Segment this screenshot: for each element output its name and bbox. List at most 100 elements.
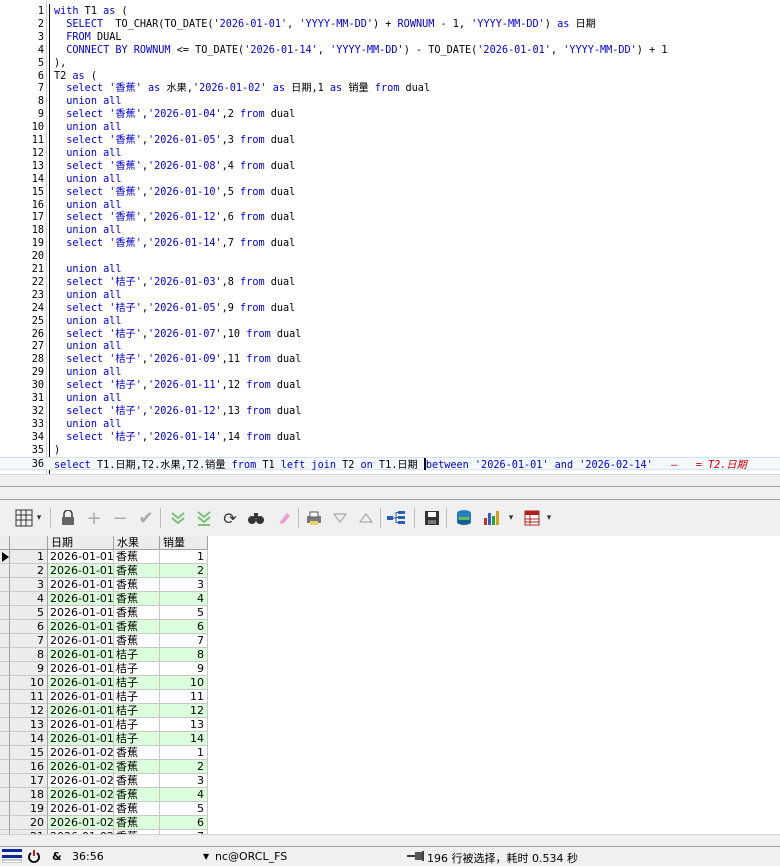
table-row[interactable]: 1 2026-01-01 香蕉 1: [0, 550, 208, 564]
code-line[interactable]: 6 T2 as (: [0, 70, 780, 83]
table-dropdown-icon[interactable]: ▾: [543, 508, 555, 528]
code-line[interactable]: 32 select '桔子','2026-01-12',13 from dual: [0, 405, 780, 418]
code-line[interactable]: 19 select '香蕉','2026-01-14',7 from dual: [0, 237, 780, 250]
last-record-icon[interactable]: [194, 508, 214, 528]
table-row[interactable]: 5 2026-01-01 香蕉 5: [0, 606, 208, 620]
code-line[interactable]: 3 FROM DUAL: [0, 31, 780, 44]
code-line[interactable]: 5),: [0, 57, 780, 70]
code-line[interactable]: 24 select '桔子','2026-01-05',9 from dual: [0, 302, 780, 315]
row-indicator[interactable]: [0, 634, 10, 648]
cell-fruit[interactable]: 桔子: [114, 648, 160, 662]
code-line[interactable]: 2 SELECT TO_CHAR(TO_DATE('2026-01-01', '…: [0, 18, 780, 31]
code-line[interactable]: 29 union all: [0, 366, 780, 379]
code-line[interactable]: 15 select '香蕉','2026-01-10',5 from dual: [0, 186, 780, 199]
cell-fruit[interactable]: 桔子: [114, 704, 160, 718]
clear-icon[interactable]: [274, 508, 294, 528]
row-indicator[interactable]: [0, 662, 10, 676]
code-line[interactable]: 13 select '香蕉','2026-01-08',4 from dual: [0, 160, 780, 173]
export-icon[interactable]: [454, 508, 474, 528]
cell-fruit[interactable]: 香蕉: [114, 760, 160, 774]
table-row[interactable]: 13 2026-01-01 桔子 13: [0, 718, 208, 732]
row-indicator[interactable]: [0, 788, 10, 802]
row-indicator[interactable]: [0, 690, 10, 704]
column-header-date[interactable]: 日期: [48, 536, 114, 550]
print-icon[interactable]: [304, 508, 324, 528]
cell-date[interactable]: 2026-01-02: [48, 802, 114, 816]
code-line[interactable]: 1 with T1 as (: [0, 5, 780, 18]
cell-date[interactable]: 2026-01-01: [48, 578, 114, 592]
code-line[interactable]: 12 union all: [0, 147, 780, 160]
find-icon[interactable]: [246, 508, 266, 528]
cell-fruit[interactable]: 桔子: [114, 732, 160, 746]
table-row[interactable]: 12 2026-01-01 桔子 12: [0, 704, 208, 718]
table-row[interactable]: 18 2026-01-02 香蕉 4: [0, 788, 208, 802]
sort-desc-icon[interactable]: [330, 508, 350, 528]
code-line[interactable]: 14 union all: [0, 173, 780, 186]
code-line[interactable]: 4 CONNECT BY ROWNUM <= TO_DATE('2026-01-…: [0, 44, 780, 57]
cell-date[interactable]: 2026-01-01: [48, 564, 114, 578]
row-indicator[interactable]: [0, 676, 10, 690]
cell-sales[interactable]: 3: [160, 774, 208, 788]
refresh-icon[interactable]: ⟳: [220, 508, 240, 528]
cell-fruit[interactable]: 香蕉: [114, 746, 160, 760]
table-row[interactable]: 11 2026-01-01 桔子 11: [0, 690, 208, 704]
code-line[interactable]: 9 select '香蕉','2026-01-04',2 from dual: [0, 108, 780, 121]
row-indicator[interactable]: [0, 648, 10, 662]
table-row[interactable]: 16 2026-01-02 香蕉 2: [0, 760, 208, 774]
sort-asc-icon[interactable]: [356, 508, 376, 528]
row-indicator[interactable]: [0, 760, 10, 774]
row-indicator[interactable]: [0, 774, 10, 788]
grid-view-dropdown-icon[interactable]: ▾: [33, 508, 45, 528]
table-row[interactable]: 2 2026-01-01 香蕉 2: [0, 564, 208, 578]
cell-sales[interactable]: 4: [160, 592, 208, 606]
table-row[interactable]: 19 2026-01-02 香蕉 5: [0, 802, 208, 816]
cell-fruit[interactable]: 香蕉: [114, 620, 160, 634]
row-indicator[interactable]: [0, 746, 10, 760]
cell-date[interactable]: 2026-01-01: [48, 690, 114, 704]
cell-sales[interactable]: 6: [160, 816, 208, 830]
cell-date[interactable]: 2026-01-01: [48, 704, 114, 718]
cell-date[interactable]: 2026-01-01: [48, 732, 114, 746]
cell-fruit[interactable]: 香蕉: [114, 816, 160, 830]
cell-date[interactable]: 2026-01-01: [48, 606, 114, 620]
cell-sales[interactable]: 3: [160, 578, 208, 592]
connection-name[interactable]: nc@ORCL_FS: [215, 850, 287, 863]
row-indicator[interactable]: [0, 718, 10, 732]
cell-sales[interactable]: 4: [160, 788, 208, 802]
cell-date[interactable]: 2026-01-01: [48, 662, 114, 676]
table-row[interactable]: 17 2026-01-02 香蕉 3: [0, 774, 208, 788]
cell-sales[interactable]: 12: [160, 704, 208, 718]
cell-fruit[interactable]: 桔子: [114, 718, 160, 732]
column-header-fruit[interactable]: 水果: [114, 536, 160, 550]
grid-view-icon[interactable]: [14, 508, 34, 528]
pane-splitter[interactable]: [0, 486, 780, 500]
column-header-sales[interactable]: 销量: [160, 536, 208, 550]
cell-sales[interactable]: 10: [160, 676, 208, 690]
table-row[interactable]: 15 2026-01-02 香蕉 1: [0, 746, 208, 760]
code-line[interactable]: 22 select '桔子','2026-01-03',8 from dual: [0, 276, 780, 289]
cell-sales[interactable]: 7: [160, 634, 208, 648]
code-line[interactable]: 23 union all: [0, 289, 780, 302]
connection-dropdown-icon[interactable]: ▼: [203, 852, 209, 861]
chart-icon[interactable]: [482, 508, 502, 528]
cell-date[interactable]: 2026-01-01: [48, 620, 114, 634]
code-line[interactable]: 35): [0, 444, 780, 457]
cell-date[interactable]: 2026-01-01: [48, 718, 114, 732]
code-line[interactable]: 11 select '香蕉','2026-01-05',3 from dual: [0, 134, 780, 147]
chart-dropdown-icon[interactable]: ▾: [505, 508, 517, 528]
row-indicator[interactable]: [0, 550, 10, 564]
cell-fruit[interactable]: 香蕉: [114, 564, 160, 578]
cell-sales[interactable]: 5: [160, 606, 208, 620]
table-row[interactable]: 10 2026-01-01 桔子 10: [0, 676, 208, 690]
row-indicator[interactable]: [0, 620, 10, 634]
cell-fruit[interactable]: 桔子: [114, 676, 160, 690]
cell-sales[interactable]: 1: [160, 550, 208, 564]
table-row[interactable]: 7 2026-01-01 香蕉 7: [0, 634, 208, 648]
row-indicator[interactable]: [0, 732, 10, 746]
code-line[interactable]: 10 union all: [0, 121, 780, 134]
cell-fruit[interactable]: 香蕉: [114, 802, 160, 816]
table-icon[interactable]: [522, 508, 542, 528]
cell-fruit[interactable]: 桔子: [114, 662, 160, 676]
code-line[interactable]: 8 union all: [0, 95, 780, 108]
cell-date[interactable]: 2026-01-01: [48, 634, 114, 648]
